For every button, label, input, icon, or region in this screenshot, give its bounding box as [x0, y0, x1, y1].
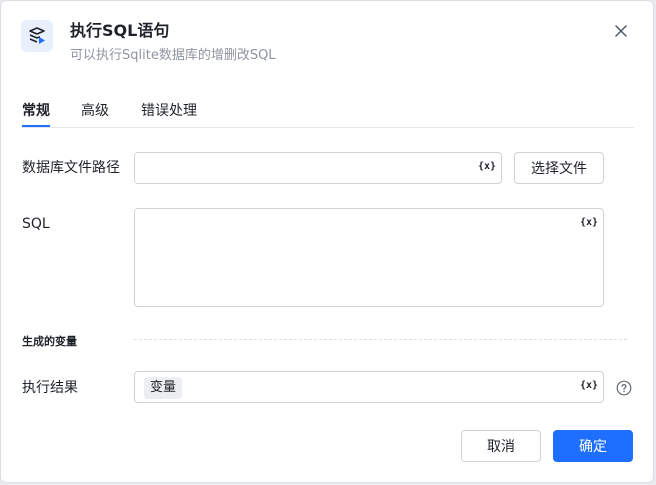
insert-variable-icon[interactable]: {x}	[478, 161, 496, 172]
insert-variable-icon[interactable]: {x}	[580, 380, 598, 391]
confirm-button[interactable]: 确定	[553, 430, 633, 462]
variable-tag[interactable]: 变量	[144, 377, 183, 399]
output-section-title: 生成的变量	[22, 335, 77, 348]
close-button[interactable]	[611, 21, 631, 41]
execute-sql-dialog: 执行SQL语句 可以执行Sqlite数据库的增删改SQL 常规 高级 错误处理 …	[0, 0, 654, 483]
dialog-title: 执行SQL语句	[70, 21, 170, 40]
insert-variable-icon[interactable]: {x}	[580, 217, 598, 228]
sql-label: SQL	[22, 216, 50, 232]
db-path-label: 数据库文件路径	[22, 160, 120, 176]
dialog-subtitle: 可以执行Sqlite数据库的增删改SQL	[70, 48, 276, 63]
section-divider	[134, 339, 627, 340]
sql-textarea[interactable]: {x}	[134, 208, 604, 307]
cancel-button[interactable]: 取消	[461, 430, 541, 462]
active-tab-indicator	[22, 125, 50, 127]
tab-advanced[interactable]: 高级	[81, 101, 109, 121]
result-label: 执行结果	[22, 380, 78, 396]
tab-general[interactable]: 常规	[22, 101, 50, 121]
tab-error-handling[interactable]: 错误处理	[141, 101, 197, 121]
select-file-button[interactable]: 选择文件	[514, 152, 604, 184]
close-icon	[615, 25, 627, 37]
sql-db-icon	[21, 20, 53, 52]
db-path-input[interactable]: {x}	[134, 152, 502, 184]
tab-bar: 常规 高级 错误处理	[22, 101, 634, 128]
help-circle-icon[interactable]	[616, 380, 632, 396]
result-variable-input[interactable]: {x}	[134, 371, 604, 403]
